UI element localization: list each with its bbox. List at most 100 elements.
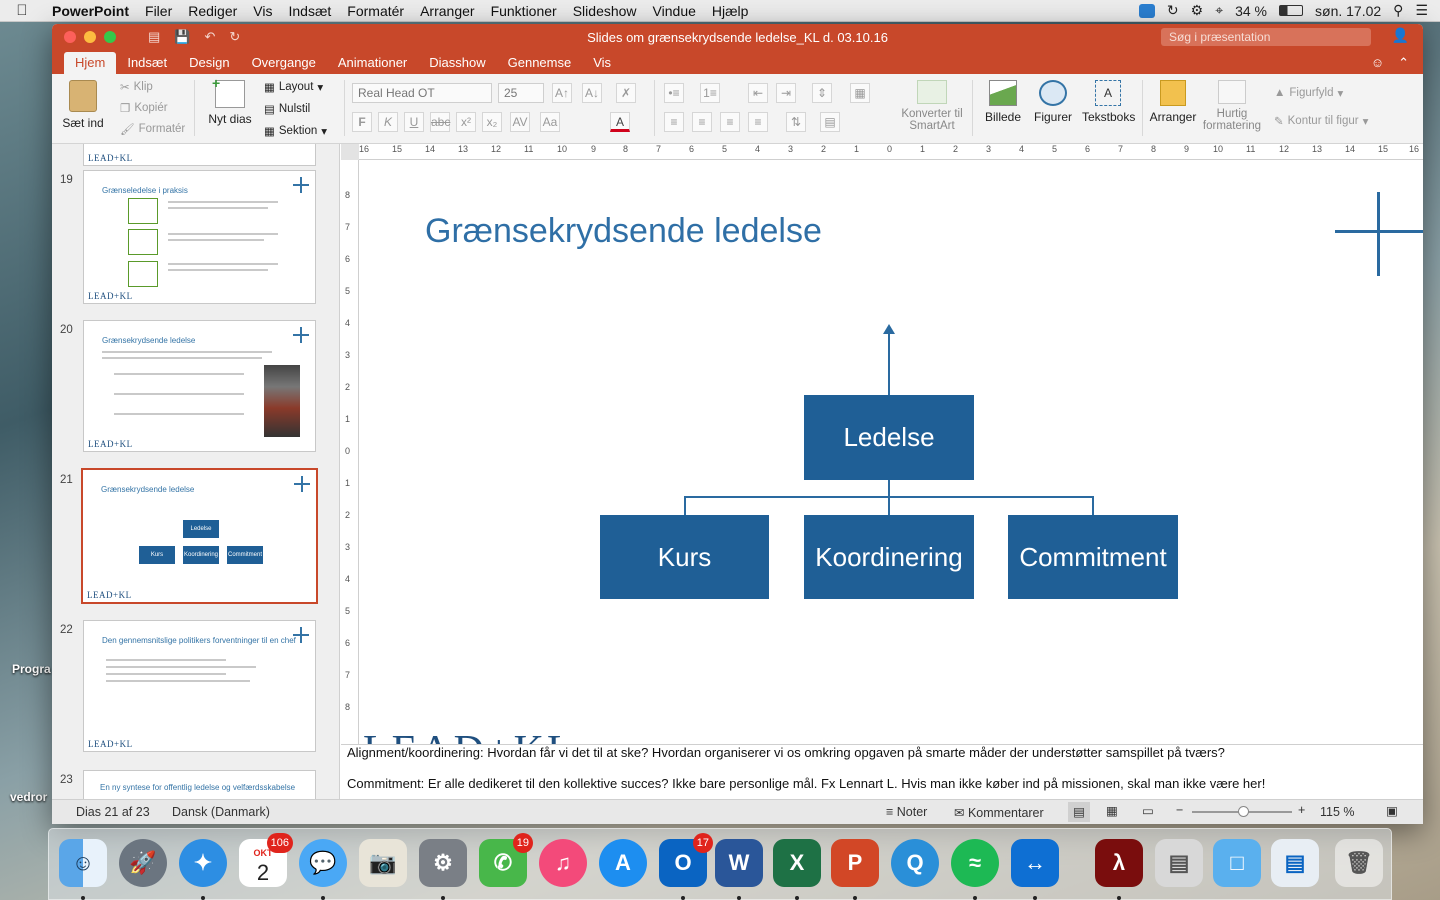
powerpoint-icon[interactable]: P xyxy=(831,839,879,887)
safari-icon[interactable]: ✦ xyxy=(179,839,227,887)
save-icon[interactable]: 💾 xyxy=(174,29,190,45)
undo-icon[interactable]: ↶ xyxy=(204,29,215,45)
speaker-notes[interactable]: Alignment/koordinering: Hvordan får vi d… xyxy=(341,744,1423,799)
menu-app[interactable]: PowerPoint xyxy=(44,3,137,19)
menu-item[interactable]: Rediger xyxy=(180,3,245,19)
messages-icon[interactable]: 💬 xyxy=(299,839,347,887)
underline-icon[interactable]: U xyxy=(404,112,424,132)
calendar-icon[interactable]: OKT 2 106 xyxy=(239,833,293,887)
menu-item[interactable]: Indsæt xyxy=(280,3,339,19)
sidebar-toggle-icon[interactable]: ▤ xyxy=(148,29,160,45)
outlook-icon[interactable]: O 17 xyxy=(659,833,713,887)
convert-smartart-button[interactable]: Konverter til SmartArt xyxy=(898,80,966,132)
menu-item[interactable]: Formatér xyxy=(339,3,412,19)
skype-icon[interactable] xyxy=(1138,3,1155,18)
shrink-font-icon[interactable]: A↓ xyxy=(582,83,602,103)
char-spacing-icon[interactable]: AV xyxy=(510,112,530,132)
app-store-icon[interactable]: A xyxy=(599,839,647,887)
picture-button[interactable]: Billede xyxy=(980,80,1026,124)
close-button[interactable] xyxy=(64,31,76,43)
presenter-view-icon[interactable]: ▭ xyxy=(1142,803,1154,818)
minimize-button[interactable] xyxy=(84,31,96,43)
italic-icon[interactable]: K xyxy=(378,112,398,132)
tab-view[interactable]: Vis xyxy=(582,52,622,74)
menu-item[interactable]: Hjælp xyxy=(704,3,757,19)
org-node-commitment[interactable]: Commitment xyxy=(1008,515,1178,599)
share-icon[interactable]: 👤 xyxy=(1392,27,1409,44)
layout-button[interactable]: ▦ Layout ▾ xyxy=(264,80,323,94)
textbox-button[interactable]: A Tekstboks xyxy=(1082,80,1135,124)
menu-item[interactable]: Vis xyxy=(245,3,280,19)
strikethrough-icon[interactable]: abc xyxy=(430,112,450,132)
spotify-icon[interactable]: ≈ xyxy=(951,839,999,887)
justify-icon[interactable]: ≡ xyxy=(748,112,768,132)
zoom-button[interactable] xyxy=(104,31,116,43)
slide-thumbnail-22[interactable]: Den gennemsnitslige politikers forventni… xyxy=(83,620,316,752)
battery-label[interactable]: 34 % xyxy=(1235,3,1267,19)
menu-item[interactable]: Funktioner xyxy=(483,3,565,19)
redo-icon[interactable]: ↻ xyxy=(229,29,240,45)
battery-icon[interactable] xyxy=(1279,5,1304,16)
align-left-icon[interactable]: ≡ xyxy=(664,112,684,132)
section-button[interactable]: ▦ Sektion ▾ xyxy=(264,124,327,138)
font-color-icon[interactable]: A xyxy=(610,112,630,132)
slide-thumbnail-21-selected[interactable]: Grænsekrydsende ledelse Ledelse Kurs Koo… xyxy=(81,468,318,604)
excel-icon[interactable]: X xyxy=(773,839,821,887)
spotlight-icon[interactable]: ⚲ xyxy=(1393,2,1403,19)
wifi-icon[interactable]: ⌖ xyxy=(1215,2,1223,19)
slide-thumbnail-19[interactable]: Grænseledelse i praksis LEAD+KL xyxy=(83,170,316,304)
numbering-icon[interactable]: 1≡ xyxy=(700,83,720,103)
new-slide-button[interactable]: + Nyt dias xyxy=(204,75,256,126)
normal-view-icon[interactable]: ▤ xyxy=(1068,802,1090,822)
slide-thumbnail-23[interactable]: En ny syntese for offentlig ledelse og v… xyxy=(83,770,316,799)
superscript-icon[interactable]: x² xyxy=(456,112,476,132)
language-indicator[interactable]: Dansk (Danmark) xyxy=(172,805,270,819)
bold-icon[interactable]: F xyxy=(352,112,372,132)
slide-thumbnail-20[interactable]: Grænsekrydsende ledelse LEAD+KL xyxy=(83,320,316,452)
word-icon[interactable]: W xyxy=(715,839,763,887)
clear-format-icon[interactable]: ✗ xyxy=(616,83,636,103)
slide-thumbnail-panel[interactable]: LEAD+KL 19 Grænseledelse i praksis LEAD+… xyxy=(52,144,340,799)
current-slide[interactable]: Grænsekrydsende ledelse Ledelse Kurs Koo… xyxy=(359,160,1423,744)
tab-review[interactable]: Gennemse xyxy=(497,52,583,74)
format-painter-button[interactable]: 🖌 Formatér xyxy=(120,122,185,136)
paste-button[interactable]: Sæt ind xyxy=(60,80,106,130)
change-case-icon[interactable]: Aa xyxy=(540,112,560,132)
quicktime-icon[interactable]: Q xyxy=(891,839,939,887)
shape-fill-button[interactable]: ▲ Figurfyld ▾ xyxy=(1274,86,1343,100)
menu-item[interactable]: Arranger xyxy=(412,3,482,19)
folder-icon[interactable]: □ xyxy=(1213,839,1261,887)
desktop-label[interactable]: vedror xyxy=(10,790,47,804)
menu-item[interactable]: Slideshow xyxy=(565,3,645,19)
columns-icon[interactable]: ▦ xyxy=(850,83,870,103)
tab-home[interactable]: Hjem xyxy=(64,52,117,74)
notes-button[interactable]: ≡ Noter xyxy=(886,805,927,819)
menu-item[interactable]: Vindue xyxy=(645,3,704,19)
tab-insert[interactable]: Indsæt xyxy=(116,52,178,74)
zoom-level[interactable]: 115 % xyxy=(1320,805,1355,819)
grow-font-icon[interactable]: A↑ xyxy=(552,83,572,103)
comments-button[interactable]: ✉ Kommentarer xyxy=(954,805,1044,820)
increase-indent-icon[interactable]: ⇥ xyxy=(776,83,796,103)
cut-button[interactable]: ✂ Klip xyxy=(120,80,153,94)
smiley-feedback-icon[interactable]: ☺ xyxy=(1371,52,1384,74)
slide-editor[interactable]: 16 15 14 13 12 11 10 9 8 7 6 5 4 3 2 1 0… xyxy=(341,144,1423,744)
collapse-ribbon-icon[interactable]: ⌃ xyxy=(1398,52,1409,74)
tab-design[interactable]: Design xyxy=(178,52,240,74)
slide-thumbnail[interactable]: LEAD+KL xyxy=(83,144,316,166)
align-right-icon[interactable]: ≡ xyxy=(720,112,740,132)
notification-center-icon[interactable]: ☰ xyxy=(1415,2,1428,19)
desktop-label[interactable]: Progra xyxy=(12,662,51,676)
text-direction-icon[interactable]: ⇅ xyxy=(786,112,806,132)
line-spacing-icon[interactable]: ⇕ xyxy=(812,83,832,103)
org-node-kurs[interactable]: Kurs xyxy=(600,515,769,599)
fit-to-window-icon[interactable]: ▣ xyxy=(1386,803,1398,818)
shapes-button[interactable]: Figurer xyxy=(1030,80,1076,124)
align-center-icon[interactable]: ≡ xyxy=(692,112,712,132)
font-size-select[interactable]: 25 xyxy=(498,83,544,103)
menu-item[interactable]: Filer xyxy=(137,3,180,19)
font-family-select[interactable]: Real Head OT xyxy=(352,83,492,103)
launchpad-icon[interactable]: 🚀 xyxy=(119,839,167,887)
search-input[interactable]: Søg i præsentation xyxy=(1161,28,1371,46)
org-node-koordinering[interactable]: Koordinering xyxy=(804,515,974,599)
